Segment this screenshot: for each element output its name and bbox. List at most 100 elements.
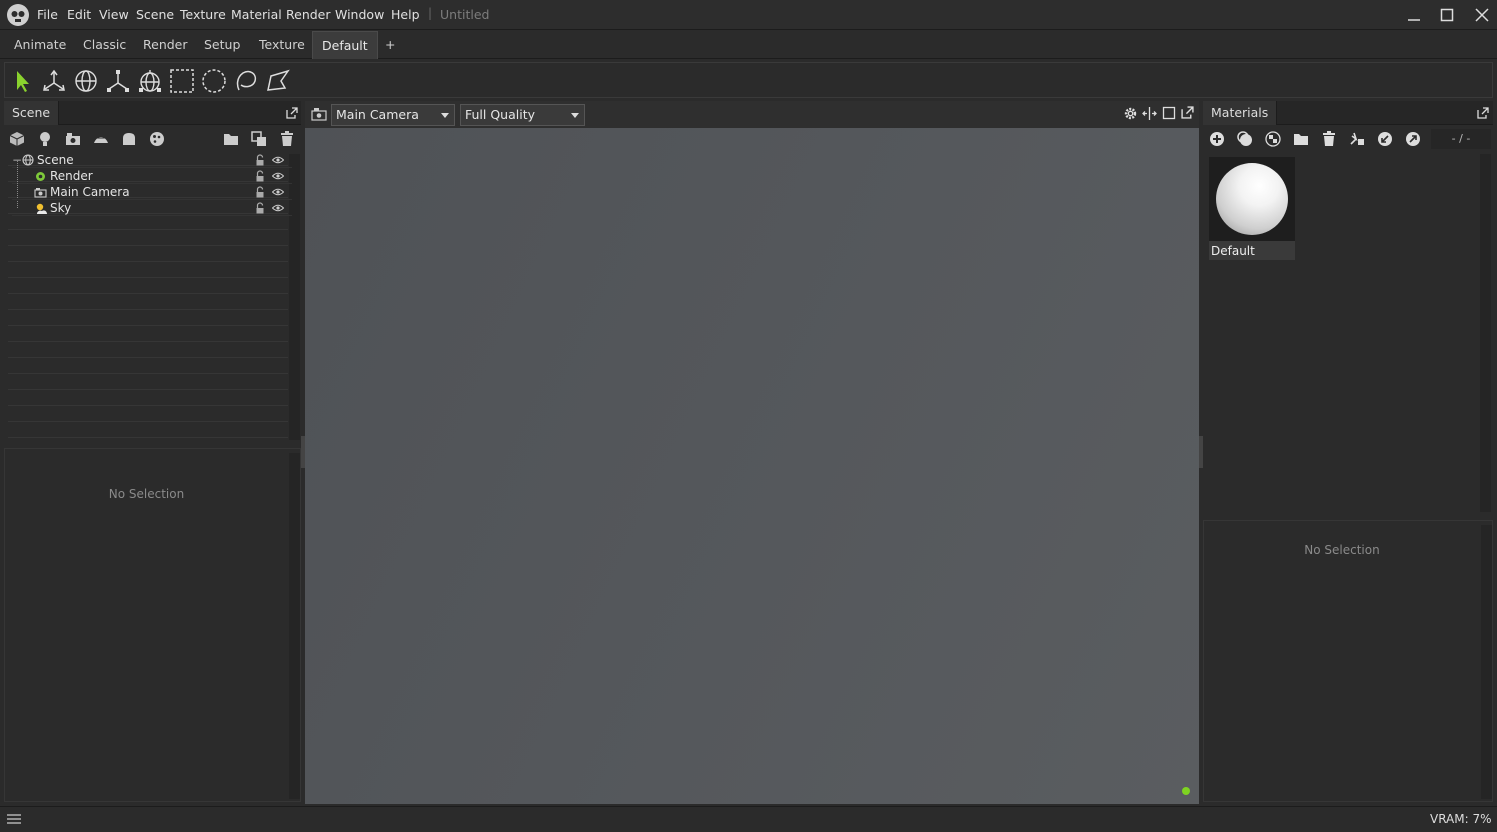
- tool-bar: [4, 62, 1493, 98]
- materials-inspector: No Selection: [1203, 520, 1493, 802]
- app-logo-icon: [7, 4, 29, 26]
- eye-icon[interactable]: [272, 172, 284, 180]
- material-sphere: [1216, 163, 1288, 235]
- camera-icon: [34, 188, 47, 198]
- lock-icon[interactable]: [255, 202, 265, 214]
- tree-label: Main Camera: [50, 185, 130, 199]
- duplicate-material-icon[interactable]: [1236, 130, 1254, 148]
- vram-readout: VRAM: 7%: [1430, 812, 1492, 826]
- inspector-scrollbar[interactable]: [1481, 525, 1492, 799]
- quality-dropdown[interactable]: Full Quality: [460, 104, 585, 126]
- material-counter: - / -: [1431, 129, 1491, 149]
- lock-icon[interactable]: [255, 186, 265, 198]
- document-title: Untitled: [440, 7, 490, 22]
- scene-panel-tab[interactable]: Scene: [4, 101, 60, 125]
- tree-label: Render: [50, 169, 93, 183]
- menu-file[interactable]: File: [37, 7, 58, 22]
- viewport[interactable]: [305, 101, 1199, 804]
- camera-dropdown[interactable]: Main Camera: [331, 104, 455, 126]
- viewport-camera-icon[interactable]: [311, 107, 327, 121]
- add-material-icon[interactable]: [1208, 130, 1226, 148]
- tree-item-render[interactable]: Render: [12, 160, 292, 208]
- scene-globe-icon: [22, 154, 34, 166]
- inspector-scrollbar[interactable]: [289, 453, 300, 799]
- status-bar: VRAM: 7%: [0, 806, 1497, 832]
- chevron-down-icon: [571, 113, 579, 118]
- menu-help[interactable]: Help: [391, 7, 420, 22]
- menu-edit[interactable]: Edit: [67, 7, 91, 22]
- close-icon[interactable]: [1471, 5, 1493, 25]
- polygon-select-icon[interactable]: [265, 68, 291, 94]
- left-splitter-handle[interactable]: [301, 436, 305, 468]
- tab-texture[interactable]: Texture: [250, 31, 314, 59]
- add-tab-button[interactable]: +: [376, 31, 404, 59]
- material-preview: [1209, 157, 1295, 241]
- scene-panel-header: Scene: [4, 101, 301, 125]
- tree-item-scene[interactable]: − Scene: [12, 152, 292, 168]
- quality-dropdown-value: Full Quality: [465, 107, 536, 122]
- checker-material-icon[interactable]: [1264, 130, 1282, 148]
- render-status-indicator: [1182, 787, 1190, 795]
- menu-render[interactable]: Render: [286, 7, 331, 22]
- split-view-icon[interactable]: [1142, 106, 1157, 121]
- add-mesh-icon[interactable]: [8, 130, 26, 148]
- materials-panel-header: Materials: [1203, 101, 1493, 125]
- rotate-gizmo-icon[interactable]: [73, 68, 99, 94]
- tab-render[interactable]: Render: [134, 31, 197, 59]
- tab-classic[interactable]: Classic: [74, 31, 135, 59]
- menu-window[interactable]: Window: [335, 7, 384, 22]
- folder-icon[interactable]: [1292, 130, 1310, 148]
- title-bar: File Edit View Scene Texture Material Re…: [0, 0, 1497, 30]
- rect-select-icon[interactable]: [169, 68, 195, 94]
- move-gizmo-icon[interactable]: [41, 68, 67, 94]
- no-selection-label: No Selection: [108, 487, 185, 501]
- eye-icon[interactable]: [272, 156, 284, 164]
- add-light-icon[interactable]: [36, 130, 54, 148]
- menu-texture[interactable]: Texture: [180, 7, 226, 22]
- popout-icon[interactable]: [286, 107, 298, 119]
- minimize-icon[interactable]: [1403, 5, 1425, 25]
- tree-item-main-camera[interactable]: Main Camera: [12, 184, 292, 200]
- lasso-select-icon[interactable]: [233, 68, 259, 94]
- popout-icon[interactable]: [1477, 107, 1489, 119]
- menu-view[interactable]: View: [99, 7, 129, 22]
- lock-icon[interactable]: [255, 170, 265, 182]
- tree-item-sky[interactable]: Sky: [12, 200, 292, 216]
- select-arrow-icon[interactable]: [9, 68, 35, 94]
- tree-label: Sky: [50, 201, 72, 215]
- material-thumbnail[interactable]: Default: [1209, 157, 1295, 260]
- assign-material-icon[interactable]: [1348, 130, 1366, 148]
- delete-icon[interactable]: [278, 130, 296, 148]
- eye-icon[interactable]: [272, 188, 284, 196]
- maximize-icon[interactable]: [1436, 5, 1458, 25]
- menu-material[interactable]: Material: [231, 7, 282, 22]
- folder-icon[interactable]: [222, 130, 240, 148]
- tab-setup[interactable]: Setup: [195, 31, 249, 59]
- add-material-ball-icon[interactable]: [148, 130, 166, 148]
- universal-gizmo-icon[interactable]: [137, 68, 163, 94]
- circle-select-icon[interactable]: [201, 68, 227, 94]
- add-backdrop-icon[interactable]: [120, 130, 138, 148]
- tab-animate[interactable]: Animate: [5, 31, 75, 59]
- add-camera-icon[interactable]: [64, 130, 82, 148]
- scene-inspector: No Selection: [4, 448, 301, 802]
- duplicate-icon[interactable]: [250, 130, 268, 148]
- gear-icon[interactable]: [1123, 106, 1138, 121]
- export-material-icon[interactable]: [1404, 130, 1422, 148]
- materials-panel-tab[interactable]: Materials: [1203, 101, 1278, 125]
- scene-outliner: − Scene Render Main Camera Sky: [4, 126, 301, 442]
- log-list-icon[interactable]: [6, 813, 22, 827]
- tab-default[interactable]: Default: [312, 31, 378, 59]
- chevron-down-icon: [441, 113, 449, 118]
- tree-label: Scene: [37, 153, 74, 167]
- add-environment-icon[interactable]: [92, 130, 110, 148]
- eye-icon[interactable]: [272, 204, 284, 212]
- menu-scene[interactable]: Scene: [136, 7, 174, 22]
- scale-gizmo-icon[interactable]: [105, 68, 131, 94]
- materials-scrollbar[interactable]: [1480, 154, 1491, 512]
- import-material-icon[interactable]: [1376, 130, 1394, 148]
- popout-icon[interactable]: [1181, 106, 1194, 119]
- lock-icon[interactable]: [255, 154, 265, 166]
- maximize-viewport-icon[interactable]: [1162, 106, 1176, 120]
- delete-icon[interactable]: [1320, 130, 1338, 148]
